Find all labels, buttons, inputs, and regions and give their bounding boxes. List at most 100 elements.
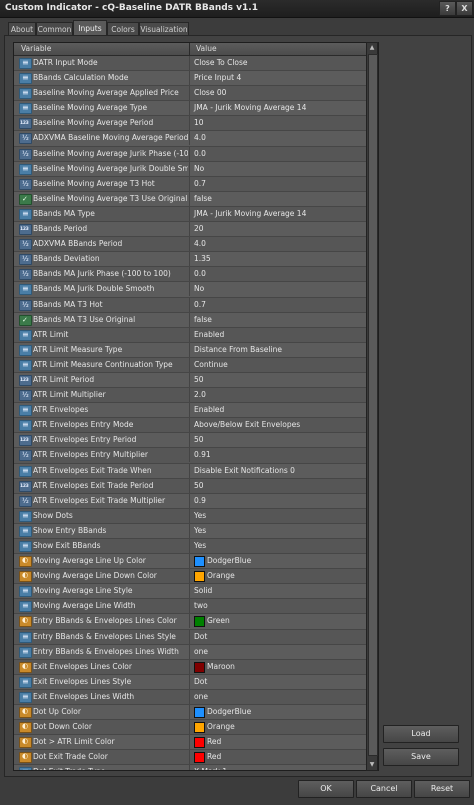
input-value[interactable]: 1.35 xyxy=(194,254,211,263)
input-row[interactable]: BBands Calculation Mode Price Input 4 xyxy=(14,71,378,87)
input-value[interactable]: Orange xyxy=(207,722,235,731)
input-row[interactable]: Baseline Moving Average T3 Use Original f… xyxy=(14,191,378,207)
input-value[interactable]: 4.0 xyxy=(194,133,206,142)
color-swatch[interactable] xyxy=(194,737,205,749)
input-value[interactable]: Close 00 xyxy=(194,88,226,97)
input-value[interactable]: Red xyxy=(207,752,221,761)
input-row[interactable]: ATR Envelopes Exit Trade When Disable Exi… xyxy=(14,463,378,479)
cancel-button[interactable]: Cancel xyxy=(356,780,412,798)
input-value[interactable]: Above/Below Exit Envelopes xyxy=(194,420,300,429)
input-row[interactable]: ATR Envelopes Exit Trade Period 50 xyxy=(14,478,378,494)
input-value[interactable]: Dot xyxy=(194,677,207,686)
input-value[interactable]: Price Input 4 xyxy=(194,73,241,82)
input-value[interactable]: Yes xyxy=(194,526,206,535)
input-row[interactable]: Moving Average Line Down Color Orange xyxy=(14,569,378,585)
input-row[interactable]: BBands MA T3 Use Original false xyxy=(14,312,378,328)
input-row[interactable]: ADXVMA Baseline Moving Average Period 4.0 xyxy=(14,131,378,147)
input-row[interactable]: ATR Envelopes Enabled xyxy=(14,403,378,419)
input-value[interactable]: 50 xyxy=(194,375,204,384)
input-value[interactable]: Enabled xyxy=(194,330,224,339)
input-value[interactable]: 2.0 xyxy=(194,390,206,399)
grid-scrollbar[interactable]: ▲ ▼ xyxy=(366,42,378,771)
input-value[interactable]: No xyxy=(194,164,204,173)
input-row[interactable]: DATR Input Mode Close To Close xyxy=(14,56,378,72)
input-value[interactable]: 4.0 xyxy=(194,239,206,248)
input-row[interactable]: ATR Limit Period 50 xyxy=(14,372,378,389)
input-row[interactable]: BBands MA T3 Hot 0.7 xyxy=(14,297,378,313)
input-row[interactable]: Baseline Moving Average Applied Price Clo… xyxy=(14,86,378,102)
input-value[interactable]: Maroon xyxy=(207,662,235,671)
input-row[interactable]: Dot Down Color Orange xyxy=(14,720,378,736)
input-row[interactable]: ATR Limit Measure Type Distance From Base… xyxy=(14,342,378,358)
tab-colors[interactable]: Colors xyxy=(107,22,139,36)
input-value[interactable]: Solid xyxy=(194,586,212,595)
input-value[interactable]: 50 xyxy=(194,481,204,490)
input-row[interactable]: Dot Exit Trade Color Red xyxy=(14,750,378,766)
input-row[interactable]: ADXVMA BBands Period 4.0 xyxy=(14,237,378,253)
tab-common[interactable]: Common xyxy=(36,22,73,36)
input-row[interactable]: Show Entry BBands Yes xyxy=(14,523,378,539)
column-divider[interactable] xyxy=(189,43,190,55)
load-button[interactable]: Load xyxy=(383,725,459,743)
color-swatch[interactable] xyxy=(194,616,205,628)
scroll-up-icon[interactable]: ▲ xyxy=(367,43,377,53)
input-row[interactable]: Dot Up Color DodgerBlue xyxy=(14,705,378,721)
input-value[interactable]: Enabled xyxy=(194,405,224,414)
input-value[interactable]: Yes xyxy=(194,511,206,520)
save-button[interactable]: Save xyxy=(383,748,459,766)
input-value[interactable]: JMA - Jurik Moving Average 14 xyxy=(194,103,306,112)
input-value[interactable]: 0.91 xyxy=(194,450,211,459)
color-swatch[interactable] xyxy=(194,752,205,764)
value-column-header[interactable]: Value xyxy=(196,44,217,53)
input-row[interactable]: Baseline Moving Average Type JMA - Jurik … xyxy=(14,101,378,117)
input-value[interactable]: No xyxy=(194,284,204,293)
input-row[interactable]: Baseline Moving Average Period 10 xyxy=(14,116,378,132)
input-row[interactable]: BBands MA Jurik Double Smooth No xyxy=(14,282,378,298)
close-button[interactable]: X xyxy=(456,1,473,16)
input-row[interactable]: BBands MA Jurik Phase (-100 to 100) 0.0 xyxy=(14,267,378,283)
input-value[interactable]: Dot xyxy=(194,632,207,641)
input-row[interactable]: Baseline Moving Average T3 Hot 0.7 xyxy=(14,176,378,192)
input-value[interactable]: one xyxy=(194,647,208,656)
input-value[interactable]: Green xyxy=(207,616,230,625)
input-row[interactable]: Baseline Moving Average Jurik Double Smo… xyxy=(14,161,378,177)
input-row[interactable]: Dot > ATR Limit Color Red xyxy=(14,735,378,751)
input-value[interactable]: 50 xyxy=(194,435,204,444)
input-row[interactable]: Moving Average Line Style Solid xyxy=(14,584,378,600)
input-value[interactable]: Close To Close xyxy=(194,58,248,67)
input-value[interactable]: 0.7 xyxy=(194,179,206,188)
input-row[interactable]: ATR Limit Measure Continuation Type Conti… xyxy=(14,357,378,373)
input-value[interactable]: Disable Exit Notifications 0 xyxy=(194,466,295,475)
variable-column-header[interactable]: Variable xyxy=(21,44,51,53)
input-value[interactable]: 0.0 xyxy=(194,269,206,278)
help-button[interactable]: ? xyxy=(439,1,456,16)
input-value[interactable]: 10 xyxy=(194,118,204,127)
input-value[interactable]: 20 xyxy=(194,224,204,233)
input-value[interactable]: Yes xyxy=(194,541,206,550)
input-value[interactable]: DodgerBlue xyxy=(207,556,251,565)
tab-about[interactable]: About xyxy=(8,22,36,36)
input-value[interactable]: Red xyxy=(207,737,221,746)
scroll-thumb[interactable] xyxy=(368,54,378,756)
input-value[interactable]: Continue xyxy=(194,360,228,369)
input-row[interactable]: ATR Envelopes Entry Multiplier 0.91 xyxy=(14,448,378,464)
input-value[interactable]: false xyxy=(194,315,212,324)
input-row[interactable]: ATR Envelopes Entry Mode Above/Below Exit… xyxy=(14,418,378,434)
input-row[interactable]: Moving Average Line Width two xyxy=(14,599,378,615)
input-row[interactable]: ATR Limit Multiplier 2.0 xyxy=(14,388,378,404)
input-row[interactable]: Exit Envelopes Lines Color Maroon xyxy=(14,659,378,675)
input-row[interactable]: BBands Period 20 xyxy=(14,222,378,238)
tab-visualization[interactable]: Visualization xyxy=(139,22,189,36)
input-value[interactable]: 0.0 xyxy=(194,149,206,158)
input-row[interactable]: BBands MA Type JMA - Jurik Moving Average… xyxy=(14,206,378,223)
input-row[interactable]: ATR Limit Enabled xyxy=(14,327,378,343)
color-swatch[interactable] xyxy=(194,661,205,673)
input-row[interactable]: Entry BBands & Envelopes Lines Width one xyxy=(14,644,378,660)
input-value[interactable]: Distance From Baseline xyxy=(194,345,282,354)
scroll-down-icon[interactable]: ▼ xyxy=(367,760,377,770)
input-value[interactable]: X-Mark 1 xyxy=(194,767,227,770)
color-swatch[interactable] xyxy=(194,722,205,734)
input-value[interactable]: two xyxy=(194,601,208,610)
input-value[interactable]: one xyxy=(194,692,208,701)
input-value[interactable]: DodgerBlue xyxy=(207,707,251,716)
